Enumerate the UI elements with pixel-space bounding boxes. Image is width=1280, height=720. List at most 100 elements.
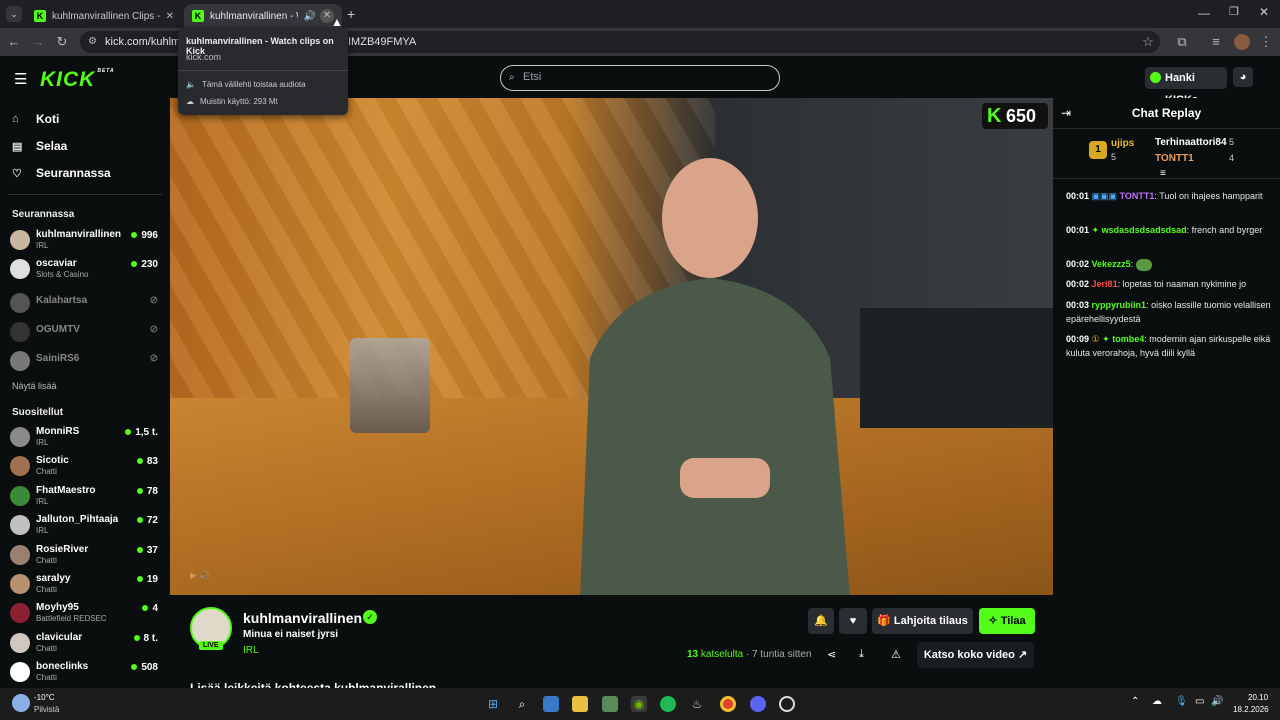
- avatar: [10, 662, 30, 682]
- badge-icons: ▣▣▣: [1091, 191, 1118, 201]
- microphone-icon[interactable]: 🎙: [1175, 696, 1188, 707]
- discord-taskbar-icon[interactable]: [750, 696, 766, 712]
- sidebar-channel[interactable]: kuhlmanvirallinen IRL 996: [10, 228, 160, 256]
- kick-logo[interactable]: KICK BETA: [40, 68, 115, 92]
- tab-search-button[interactable]: ⌄: [6, 6, 22, 22]
- viewer-count: 1,5 t.: [125, 427, 158, 438]
- report-icon[interactable]: ⚠: [891, 648, 901, 661]
- channel-category: Chatti: [36, 644, 57, 653]
- sidebar-channel[interactable]: MonniRS IRL 1,5 t.: [10, 425, 160, 453]
- channel-category: Battlefield REDSEC: [36, 614, 107, 623]
- app-icon[interactable]: [602, 696, 618, 712]
- nav-home[interactable]: ⌂ Koti: [12, 112, 59, 126]
- speaker-icon[interactable]: 🔊: [304, 11, 316, 22]
- channel-name: Moyhy95: [36, 602, 79, 613]
- app-icon[interactable]: [779, 696, 795, 712]
- site-info-icon[interactable]: ⚙: [88, 31, 97, 53]
- onedrive-icon[interactable]: ☁: [1152, 696, 1162, 707]
- browser-tab[interactable]: K kuhlmanvirallinen Clips - Watch ✕: [26, 4, 182, 28]
- recommended-header: Suositellut: [12, 407, 64, 418]
- sidebar-channel[interactable]: clavicular Chatti 8 t.: [10, 631, 160, 659]
- offline-icon: ⊘: [149, 324, 158, 335]
- subscribe-button[interactable]: ✧ Tilaa: [979, 608, 1035, 634]
- spotify-icon[interactable]: [660, 696, 676, 712]
- photos-icon[interactable]: [543, 696, 559, 712]
- start-button-icon[interactable]: ⊞: [485, 696, 501, 712]
- bookmark-star-icon[interactable]: ☆: [1140, 34, 1156, 50]
- follow-heart-button[interactable]: ♥: [839, 608, 867, 634]
- kicks-coin-icon: [1150, 72, 1161, 83]
- download-icon[interactable]: ⤓: [859, 648, 864, 661]
- new-tab-button[interactable]: +: [347, 6, 355, 22]
- hamburger-menu-icon[interactable]: ☰: [14, 70, 27, 88]
- sidebar-channel[interactable]: SainiRS6 ⊘: [10, 349, 160, 377]
- channel-name[interactable]: kuhlmanvirallinen: [243, 610, 362, 626]
- chat-divider: [1053, 178, 1280, 179]
- steam-icon[interactable]: ♨: [689, 696, 705, 712]
- close-window-icon[interactable]: ✕: [1259, 5, 1269, 19]
- sidebar-channel[interactable]: Jalluton_Pihtaaja IRL 72: [10, 513, 160, 541]
- message-user: ryppyrubiin1: [1091, 300, 1147, 310]
- back-icon[interactable]: ←: [6, 34, 22, 50]
- show-more-link[interactable]: Näytä lisää: [12, 381, 57, 391]
- forward-icon[interactable]: →: [30, 34, 46, 50]
- viewer-count: 83: [136, 456, 158, 467]
- network-icon[interactable]: ▭: [1195, 696, 1204, 707]
- kicks-count: 650: [1006, 106, 1037, 126]
- weather-desc: Pilvistä: [34, 705, 60, 714]
- file-explorer-icon[interactable]: [572, 696, 588, 712]
- extensions-icon[interactable]: ⧉: [1174, 34, 1190, 50]
- volume-icon[interactable]: 🔊: [1211, 696, 1223, 707]
- sub-badge-icon: ✦: [1102, 334, 1110, 344]
- chat-title: Chat Replay: [1131, 106, 1202, 120]
- verified-icon: ✓: [363, 610, 377, 624]
- browser-tab-active[interactable]: K kuhlmanvirallinen - Watch c 🔊 ✕: [184, 4, 342, 28]
- browser-menu-icon[interactable]: ⋮: [1258, 34, 1274, 50]
- posted-time: · 7 tuntia sitten: [745, 649, 812, 660]
- get-kicks-button[interactable]: Hanki KICKs: [1145, 67, 1227, 106]
- avatar: [10, 259, 30, 279]
- chrome-icon[interactable]: [720, 696, 736, 712]
- category-link[interactable]: IRL: [243, 645, 259, 656]
- live-dot-icon: [131, 261, 138, 267]
- sidebar-channel[interactable]: FhatMaestro IRL 78: [10, 484, 160, 512]
- watch-full-video-button[interactable]: Katso koko video ↗: [917, 642, 1034, 668]
- sidebar-divider: [8, 194, 162, 195]
- gift-sub-button[interactable]: 🎁 Lahjoita tilaus: [872, 608, 973, 634]
- nav-browse[interactable]: ▤ Selaa: [12, 139, 67, 153]
- notifications-button[interactable]: 🔔: [808, 608, 834, 634]
- weather-icon[interactable]: [12, 694, 30, 712]
- sidebar-channel[interactable]: oscaviar Slots & Casino 230: [10, 257, 160, 285]
- sidebar-channel[interactable]: boneclinks Chatti 508: [10, 660, 160, 686]
- nvidia-icon[interactable]: ◉: [631, 696, 647, 712]
- share-icon[interactable]: ⋖: [827, 648, 836, 661]
- close-tab-icon[interactable]: ✕: [166, 11, 174, 22]
- chat-message: 00:01 ✦ wsdasdsdsadsdsad: french and byr…: [1066, 225, 1263, 235]
- tray-chevron-icon[interactable]: ⌃: [1131, 696, 1139, 707]
- viewer-count-value: 4: [152, 603, 158, 614]
- subscribe-label: Tilaa: [1000, 615, 1026, 627]
- sidebar-channel[interactable]: OGUMTV ⊘: [10, 320, 160, 348]
- minimize-icon[interactable]: —: [1198, 6, 1210, 20]
- maximize-icon[interactable]: ❐: [1229, 5, 1239, 18]
- sidebar-channel[interactable]: saralyy Chatti 19: [10, 572, 160, 600]
- discord-icon[interactable]: ◕: [1233, 67, 1253, 87]
- nav-following[interactable]: ♡ Seurannassa: [12, 166, 111, 180]
- reload-icon[interactable]: ↻: [54, 34, 70, 50]
- sidebar-channel[interactable]: Kalahartsa ⊘: [10, 291, 160, 319]
- search-input[interactable]: ⌕ Etsi: [500, 65, 780, 91]
- gifter-name: Terhinaattori84: [1155, 137, 1227, 148]
- profile-avatar[interactable]: [1234, 34, 1250, 50]
- clock-time[interactable]: 20.10: [1248, 693, 1268, 702]
- search-placeholder: Etsi: [523, 71, 542, 83]
- sidebar-channel[interactable]: RosieRiver Chatti 37: [10, 543, 160, 571]
- channel-name: Kalahartsa: [36, 295, 88, 306]
- video-player[interactable]: ▶ 🔊: [170, 98, 1053, 595]
- clock-date[interactable]: 18.2.2026: [1233, 705, 1269, 714]
- video-controls-bar[interactable]: ▶ 🔊: [190, 570, 1033, 588]
- sidebar-channel[interactable]: Moyhy95 Battlefield REDSEC 4: [10, 601, 160, 629]
- taskbar-search-icon[interactable]: ⌕: [514, 696, 530, 712]
- reading-list-icon[interactable]: ≡: [1208, 34, 1224, 50]
- sidebar-channel[interactable]: Sicotic Chatti 83: [10, 454, 160, 482]
- search-icon: ⌕: [509, 72, 515, 83]
